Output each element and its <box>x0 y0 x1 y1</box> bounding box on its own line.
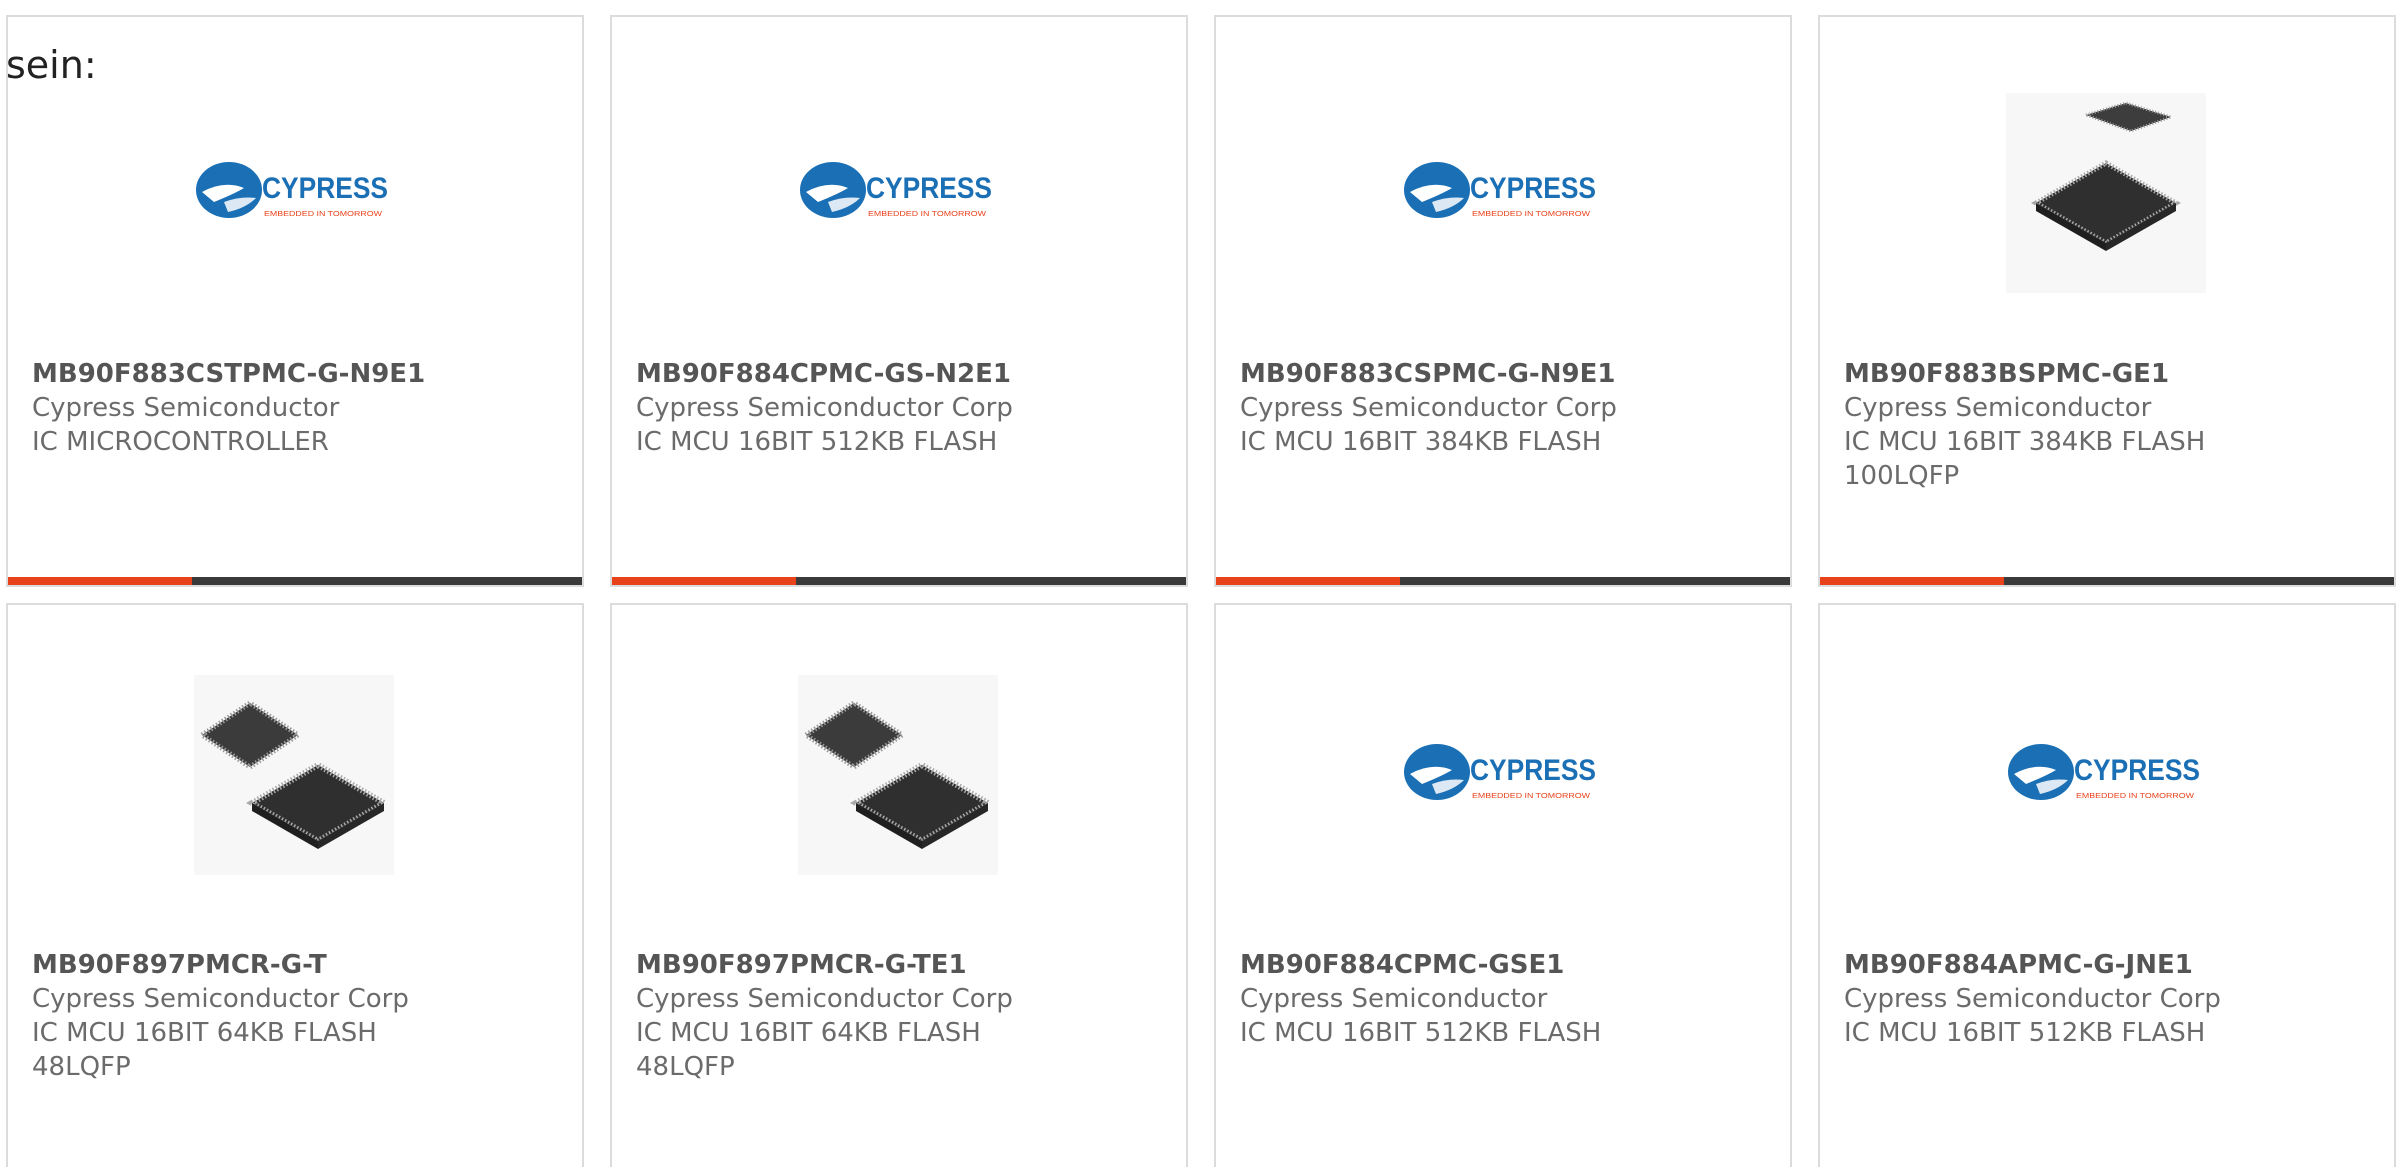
cypress-logo: CYPRESS EMBEDDED IN TOMORROW <box>1404 744 1596 800</box>
product-image[interactable]: CYPRESS EMBEDDED IN TOMORROW <box>798 93 998 293</box>
product-card[interactable]: CYPRESS EMBEDDED IN TOMORROW MB90F884CPMC… <box>610 15 1188 587</box>
product-manufacturer: Cypress Semiconductor <box>1240 984 1548 1014</box>
lqfp-chip-photo <box>798 675 998 875</box>
product-image[interactable]: CYPRESS EMBEDDED IN TOMORROW <box>194 93 394 293</box>
product-part-number[interactable]: MB90F883CSTPMC-G-N9E1 <box>32 357 572 391</box>
product-image[interactable]: CYPRESS EMBEDDED IN TOMORROW <box>1402 675 1602 875</box>
card-progress-bar <box>1216 577 1790 585</box>
product-info: MB90F897PMCR-G-T Cypress Semiconductor C… <box>32 948 572 1084</box>
product-description: IC MCU 16BIT 384KB FLASH <box>1844 427 2206 457</box>
product-card[interactable]: CYPRESS EMBEDDED IN TOMORROW MB90F884CPMC… <box>1214 603 1792 1167</box>
card-progress-fill <box>1820 577 2004 585</box>
product-description: IC MCU 16BIT 64KB FLASH <box>32 1018 377 1048</box>
svg-text:EMBEDDED IN TOMORROW: EMBEDDED IN TOMORROW <box>1472 791 1591 800</box>
product-info: MB90F883BSPMC-GE1 Cypress Semiconductor … <box>1844 357 2384 493</box>
card-progress-bar <box>8 577 582 585</box>
product-card[interactable]: MB90F897PMCR-G-T Cypress Semiconductor C… <box>6 603 584 1167</box>
product-package: 100LQFP <box>1844 461 1960 491</box>
product-info: MB90F884CPMC-GSE1 Cypress Semiconductor … <box>1240 948 1780 1050</box>
product-card[interactable]: CYPRESS EMBEDDED IN TOMORROW MB90F884APMC… <box>1818 603 2396 1167</box>
svg-text:EMBEDDED IN TOMORROW: EMBEDDED IN TOMORROW <box>1472 209 1591 218</box>
card-progress-fill <box>612 577 796 585</box>
product-image[interactable]: CYPRESS EMBEDDED IN TOMORROW <box>2006 675 2206 875</box>
product-info: MB90F883CSTPMC-G-N9E1 Cypress Semiconduc… <box>32 357 572 459</box>
product-part-number[interactable]: MB90F897PMCR-G-T <box>32 948 572 982</box>
product-description: IC MCU 16BIT 512KB FLASH <box>1240 1018 1602 1048</box>
product-description: IC MCU 16BIT 512KB FLASH <box>1844 1018 2206 1048</box>
product-description: IC MCU 16BIT 64KB FLASH <box>636 1018 981 1048</box>
product-part-number[interactable]: MB90F883CSPMC-G-N9E1 <box>1240 357 1780 391</box>
prefix-text: sein: <box>6 43 97 87</box>
product-package: 48LQFP <box>32 1052 131 1082</box>
product-manufacturer: Cypress Semiconductor <box>1844 393 2152 423</box>
svg-text:EMBEDDED IN TOMORROW: EMBEDDED IN TOMORROW <box>2076 791 2195 800</box>
product-part-number[interactable]: MB90F883BSPMC-GE1 <box>1844 357 2384 391</box>
product-info: MB90F884CPMC-GS-N2E1 Cypress Semiconduct… <box>636 357 1176 459</box>
product-info: MB90F897PMCR-G-TE1 Cypress Semiconductor… <box>636 948 1176 1084</box>
qfp-chip-photo <box>2006 93 2206 293</box>
cypress-logo: CYPRESS EMBEDDED IN TOMORROW <box>1404 162 1596 218</box>
product-manufacturer: Cypress Semiconductor <box>32 393 340 423</box>
card-progress-fill <box>1216 577 1400 585</box>
svg-text:EMBEDDED IN TOMORROW: EMBEDDED IN TOMORROW <box>868 209 987 218</box>
product-description: IC MCU 16BIT 512KB FLASH <box>636 427 998 457</box>
product-info: MB90F883CSPMC-G-N9E1 Cypress Semiconduct… <box>1240 357 1780 459</box>
product-part-number[interactable]: MB90F897PMCR-G-TE1 <box>636 948 1176 982</box>
product-image[interactable]: CYPRESS EMBEDDED IN TOMORROW <box>1402 93 1602 293</box>
cypress-logo: CYPRESS EMBEDDED IN TOMORROW <box>196 162 388 218</box>
svg-text:CYPRESS: CYPRESS <box>1470 754 1596 787</box>
card-progress-bar <box>1820 577 2394 585</box>
cypress-logo: CYPRESS EMBEDDED IN TOMORROW <box>2008 744 2200 800</box>
product-card[interactable]: MB90F897PMCR-G-TE1 Cypress Semiconductor… <box>610 603 1188 1167</box>
product-info: MB90F884APMC-G-JNE1 Cypress Semiconducto… <box>1844 948 2384 1050</box>
product-part-number[interactable]: MB90F884CPMC-GS-N2E1 <box>636 357 1176 391</box>
svg-text:CYPRESS: CYPRESS <box>2074 754 2200 787</box>
card-progress-bar <box>612 577 1186 585</box>
cypress-logo: CYPRESS EMBEDDED IN TOMORROW <box>800 162 992 218</box>
product-grid-page: sein: CYPRESS EMBEDDED IN TOMORROW MB90F8… <box>0 0 2400 1167</box>
product-description: IC MICROCONTROLLER <box>32 427 329 457</box>
product-part-number[interactable]: MB90F884CPMC-GSE1 <box>1240 948 1780 982</box>
product-part-number[interactable]: MB90F884APMC-G-JNE1 <box>1844 948 2384 982</box>
product-manufacturer: Cypress Semiconductor Corp <box>636 984 1013 1014</box>
product-card[interactable]: MB90F883BSPMC-GE1 Cypress Semiconductor … <box>1818 15 2396 587</box>
product-image[interactable] <box>194 675 394 875</box>
product-image[interactable] <box>2006 93 2206 293</box>
product-manufacturer: Cypress Semiconductor Corp <box>32 984 409 1014</box>
product-card[interactable]: CYPRESS EMBEDDED IN TOMORROW MB90F883CSTP… <box>6 15 584 587</box>
card-progress-fill <box>8 577 192 585</box>
svg-text:CYPRESS: CYPRESS <box>1470 172 1596 205</box>
product-manufacturer: Cypress Semiconductor Corp <box>1844 984 2221 1014</box>
product-image[interactable] <box>798 675 998 875</box>
product-manufacturer: Cypress Semiconductor Corp <box>636 393 1013 423</box>
svg-text:CYPRESS: CYPRESS <box>866 172 992 205</box>
product-card[interactable]: CYPRESS EMBEDDED IN TOMORROW MB90F883CSPM… <box>1214 15 1792 587</box>
lqfp-chip-photo <box>194 675 394 875</box>
svg-text:EMBEDDED IN TOMORROW: EMBEDDED IN TOMORROW <box>264 209 383 218</box>
product-manufacturer: Cypress Semiconductor Corp <box>1240 393 1617 423</box>
product-description: IC MCU 16BIT 384KB FLASH <box>1240 427 1602 457</box>
product-package: 48LQFP <box>636 1052 735 1082</box>
svg-text:CYPRESS: CYPRESS <box>262 172 388 205</box>
